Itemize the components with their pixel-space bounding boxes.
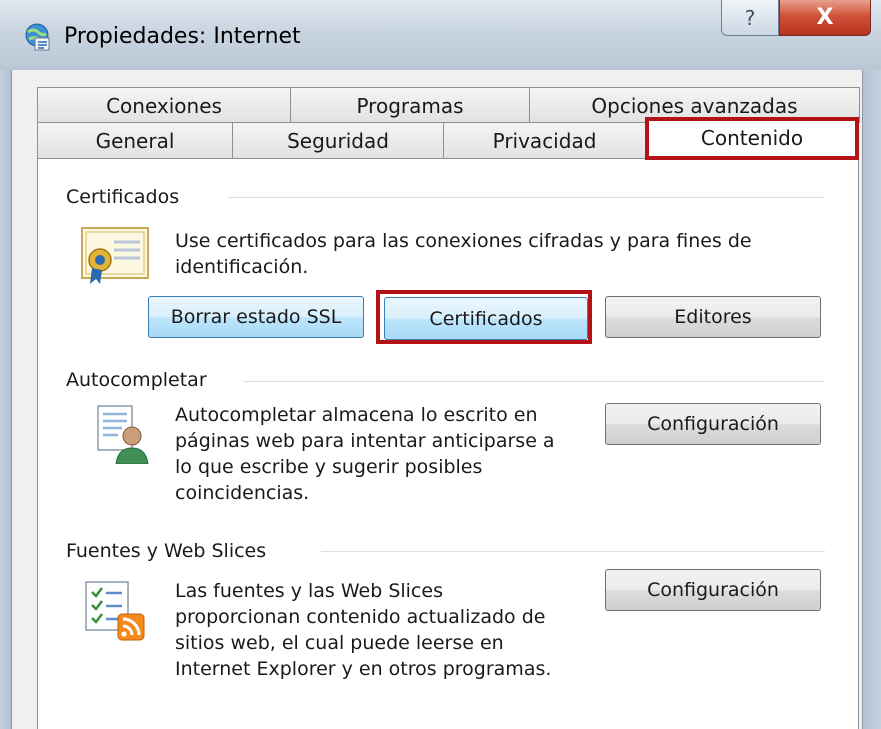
- tab-conexiones[interactable]: Conexiones: [37, 87, 291, 123]
- fuentes-description-line2: proporcionan contenido actualizado de: [175, 606, 546, 628]
- group-label-autocompletar: Autocompletar: [66, 369, 207, 391]
- window-frame-right: [862, 70, 881, 729]
- tab-programas[interactable]: Programas: [290, 87, 530, 123]
- close-button[interactable]: X: [779, 0, 871, 36]
- window-frame-left: [0, 70, 12, 729]
- certificates-button[interactable]: Certificados: [384, 297, 588, 340]
- certificados-description-line2: identificación.: [175, 256, 309, 278]
- fuentes-description-line1: Las fuentes y las Web Slices: [175, 580, 443, 602]
- internet-properties-window: Propiedades: Internet ? X Conexiones Pro…: [0, 0, 881, 729]
- feeds-settings-button[interactable]: Configuración: [605, 569, 821, 611]
- clear-ssl-state-button[interactable]: Borrar estado SSL: [148, 296, 364, 338]
- certificados-description-line1: Use certificados para las conexiones cif…: [175, 230, 752, 252]
- help-button[interactable]: ?: [721, 0, 779, 36]
- tab-contenido[interactable]: Contenido: [645, 117, 859, 160]
- group-divider-certificados: [228, 197, 825, 198]
- group-divider-fuentes: [321, 551, 825, 552]
- tab-privacidad[interactable]: Privacidad: [443, 122, 646, 159]
- fuentes-description-line4: Internet Explorer y en otros programas.: [175, 658, 552, 680]
- tab-seguridad[interactable]: Seguridad: [232, 122, 444, 159]
- autocomplete-settings-button[interactable]: Configuración: [605, 403, 821, 445]
- feeds-icon: [85, 581, 145, 641]
- publishers-button[interactable]: Editores: [605, 296, 821, 338]
- fuentes-description-line3: sitios web, el cual puede leerse en: [175, 632, 504, 654]
- certificate-icon: [81, 227, 149, 284]
- group-label-certificados: Certificados: [66, 186, 180, 208]
- group-label-fuentes: Fuentes y Web Slices: [66, 540, 267, 562]
- autocompletar-description-line2: páginas web para intentar anticiparse a: [175, 430, 555, 452]
- title-bar[interactable]: Propiedades: Internet ? X: [0, 0, 881, 70]
- group-divider-autocompletar: [243, 381, 825, 382]
- autocompletar-description-line1: Autocompletar almacena lo escrito en: [175, 404, 538, 426]
- window-title: Propiedades: Internet: [64, 24, 301, 49]
- internet-options-icon: [25, 23, 50, 51]
- tab-general[interactable]: General: [37, 122, 233, 159]
- autocompletar-description-line4: coincidencias.: [175, 482, 310, 504]
- autocompletar-description-line3: lo que escribe y sugerir posibles: [175, 456, 483, 478]
- autocomplete-icon: [97, 405, 149, 464]
